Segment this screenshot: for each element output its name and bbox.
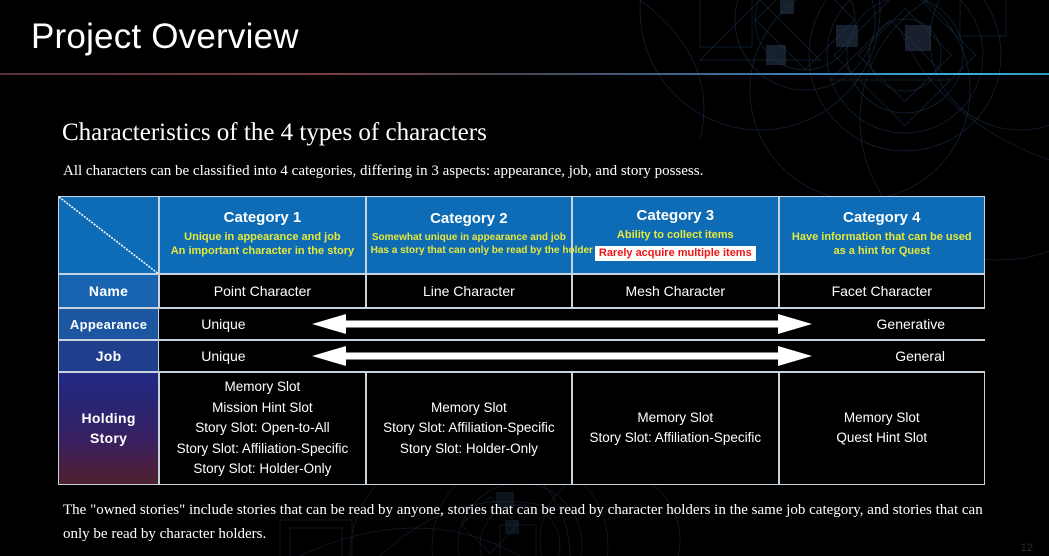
row-label-job: Job [58,340,160,372]
appearance-left-value: Unique [201,316,246,332]
slot-item: Story Slot: Open-to-All [195,420,330,436]
category-subtitle: Somewhat unique in appearance and job [371,231,566,243]
column-header-category-3: Category 3 Ability to collect items Rare… [572,196,779,274]
slot-item: Quest Hint Slot [836,430,928,446]
slot-item: Memory Slot [430,399,507,415]
category-subtitle: Unique in appearance and job [184,230,341,243]
row-label-name: Name [58,274,160,308]
cell-story-category-2: Memory Slot Story Slot: Affiliation-Spec… [365,372,573,485]
slot-item: Mission Hint Slot [212,399,313,415]
slot-item: Memory Slot [637,409,714,425]
intro-paragraph: All characters can be classified into 4 … [63,163,704,179]
slot-item: Story Slot: Affiliation-Specific [589,430,762,446]
double-headed-arrow-icon [312,346,813,366]
cell-name-category-4: Facet Character [778,274,985,308]
appearance-right-value: Generative [876,316,945,332]
job-spectrum-cell: Unique General [159,340,985,372]
table-row-holding-story: Holding Story Memory Slot Mission Hint S… [58,372,985,485]
column-header-category-1: Category 1 Unique in appearance and job … [159,196,366,274]
row-label-appearance: Appearance [58,308,160,340]
slot-item: Story Slot: Holder-Only [193,461,332,477]
table-row-name: Name Point Character Line Character Mesh… [58,274,985,308]
diagonal-divider-icon [59,197,159,273]
category-subtitle: An important character in the story [170,245,355,258]
category-subtitle-highlighted: Rarely acquire multiple items [594,245,756,261]
category-title: Category 4 [842,208,921,226]
table-row-appearance: Appearance Unique Generative [58,308,985,340]
page-number: 12 [1020,542,1033,554]
cell-story-category-3: Memory Slot Story Slot: Affiliation-Spec… [572,372,779,485]
cell-name-category-2: Line Character [365,274,573,308]
category-subtitle: Has a story that can only be read by the… [370,245,593,257]
character-category-matrix: Category 1 Unique in appearance and job … [58,196,985,485]
row-label-line: Story [89,430,128,447]
cell-name-category-3: Mesh Character [572,274,779,308]
title-divider-rule [0,73,1049,75]
section-heading: Characteristics of the 4 types of charac… [62,119,487,146]
corner-cell [58,196,160,274]
cell-name-category-1: Point Character [159,274,366,308]
category-title: Category 3 [636,207,715,225]
cell-story-category-4: Memory Slot Quest Hint Slot [778,372,985,485]
slot-item: Memory Slot [224,379,301,394]
column-header-category-2: Category 2 Somewhat unique in appearance… [365,196,593,274]
footer-paragraph: The "owned stories" include stories that… [63,502,983,543]
column-header-category-4: Category 4 Have information that can be … [778,196,985,274]
slide-title-bar: Project Overview [0,0,1049,74]
category-subtitle: Ability to collect items [616,229,734,242]
category-title: Category 2 [430,210,508,228]
cell-story-category-1: Memory Slot Mission Hint Slot Story Slot… [159,372,366,485]
double-headed-arrow-icon [312,314,813,334]
page-title: Project Overview [31,17,299,56]
job-right-value: General [895,348,945,364]
table-row-job: Job Unique General [58,340,985,372]
job-left-value: Unique [201,348,246,364]
category-subtitle: as a hint for Quest [833,245,931,258]
slot-item: Memory Slot [843,409,920,425]
row-label-line: Holding [81,409,136,426]
slot-item: Story Slot: Affiliation-Specific [176,440,349,456]
category-title: Category 1 [223,208,302,226]
category-subtitle: Have information that can be used [791,230,972,243]
table-header-row: Category 1 Unique in appearance and job … [58,196,985,274]
slot-item: Story Slot: Holder-Only [399,440,538,456]
appearance-spectrum-cell: Unique Generative [159,308,985,340]
slot-item: Story Slot: Affiliation-Specific [383,420,555,436]
row-label-holding-story: Holding Story [58,372,160,485]
